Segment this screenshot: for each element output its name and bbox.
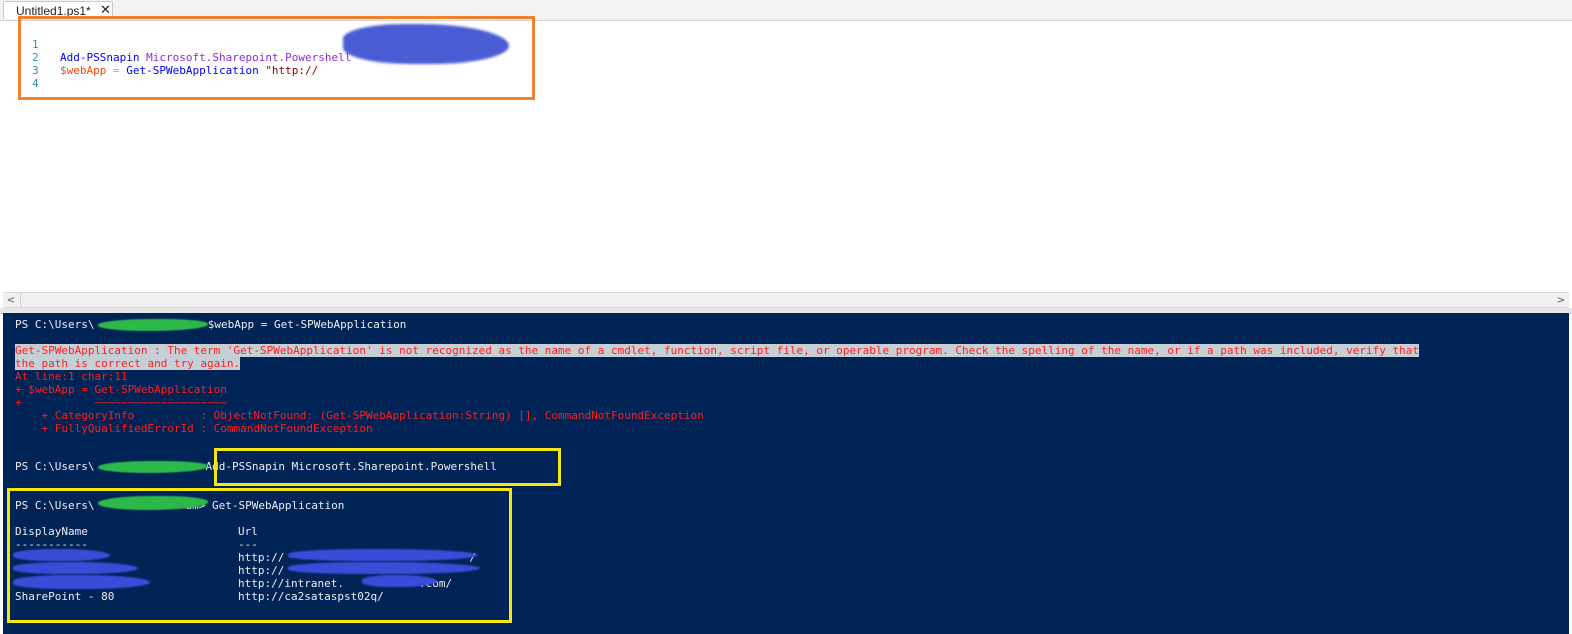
yellow-highlight-box xyxy=(7,488,512,623)
console-error-line: At line:1 char:11 xyxy=(15,370,128,383)
scroll-right-icon[interactable]: > xyxy=(1553,293,1569,307)
prompt-prefix: PS C:\Users\ xyxy=(15,318,95,331)
console-error-line: + CategoryInfo : ObjectNotFound: (Get-SP… xyxy=(15,409,704,422)
prompt-command: > $webApp = Get-SPWebApplication xyxy=(194,318,407,331)
console-error-line: the path is correct and try again. xyxy=(15,357,241,370)
console-error-line: + $webApp = Get-SPWebApplication xyxy=(15,383,227,396)
console-error-line: Get-SPWebApplication : The term 'Get-SPW… xyxy=(15,344,1419,357)
scroll-left-icon[interactable]: < xyxy=(3,293,19,307)
console-error-line: + FullyQualifiedErrorId : CommandNotFoun… xyxy=(15,422,373,435)
console-pane[interactable]: PS C:\Users\ > $webApp = Get-SPWebApplica… xyxy=(3,313,1569,634)
console-error-line: + ~~~~~~~~~~~~~~~~~~~~ xyxy=(15,396,227,409)
console-prompt-1: PS C:\Users\ > $webApp = Get-SPWebApplica… xyxy=(15,318,406,331)
orange-highlight-box xyxy=(18,16,535,100)
yellow-highlight-box xyxy=(214,448,561,486)
editor-horizontal-scrollbar[interactable]: < > xyxy=(3,292,1569,308)
scrollbar-divider xyxy=(20,293,21,307)
